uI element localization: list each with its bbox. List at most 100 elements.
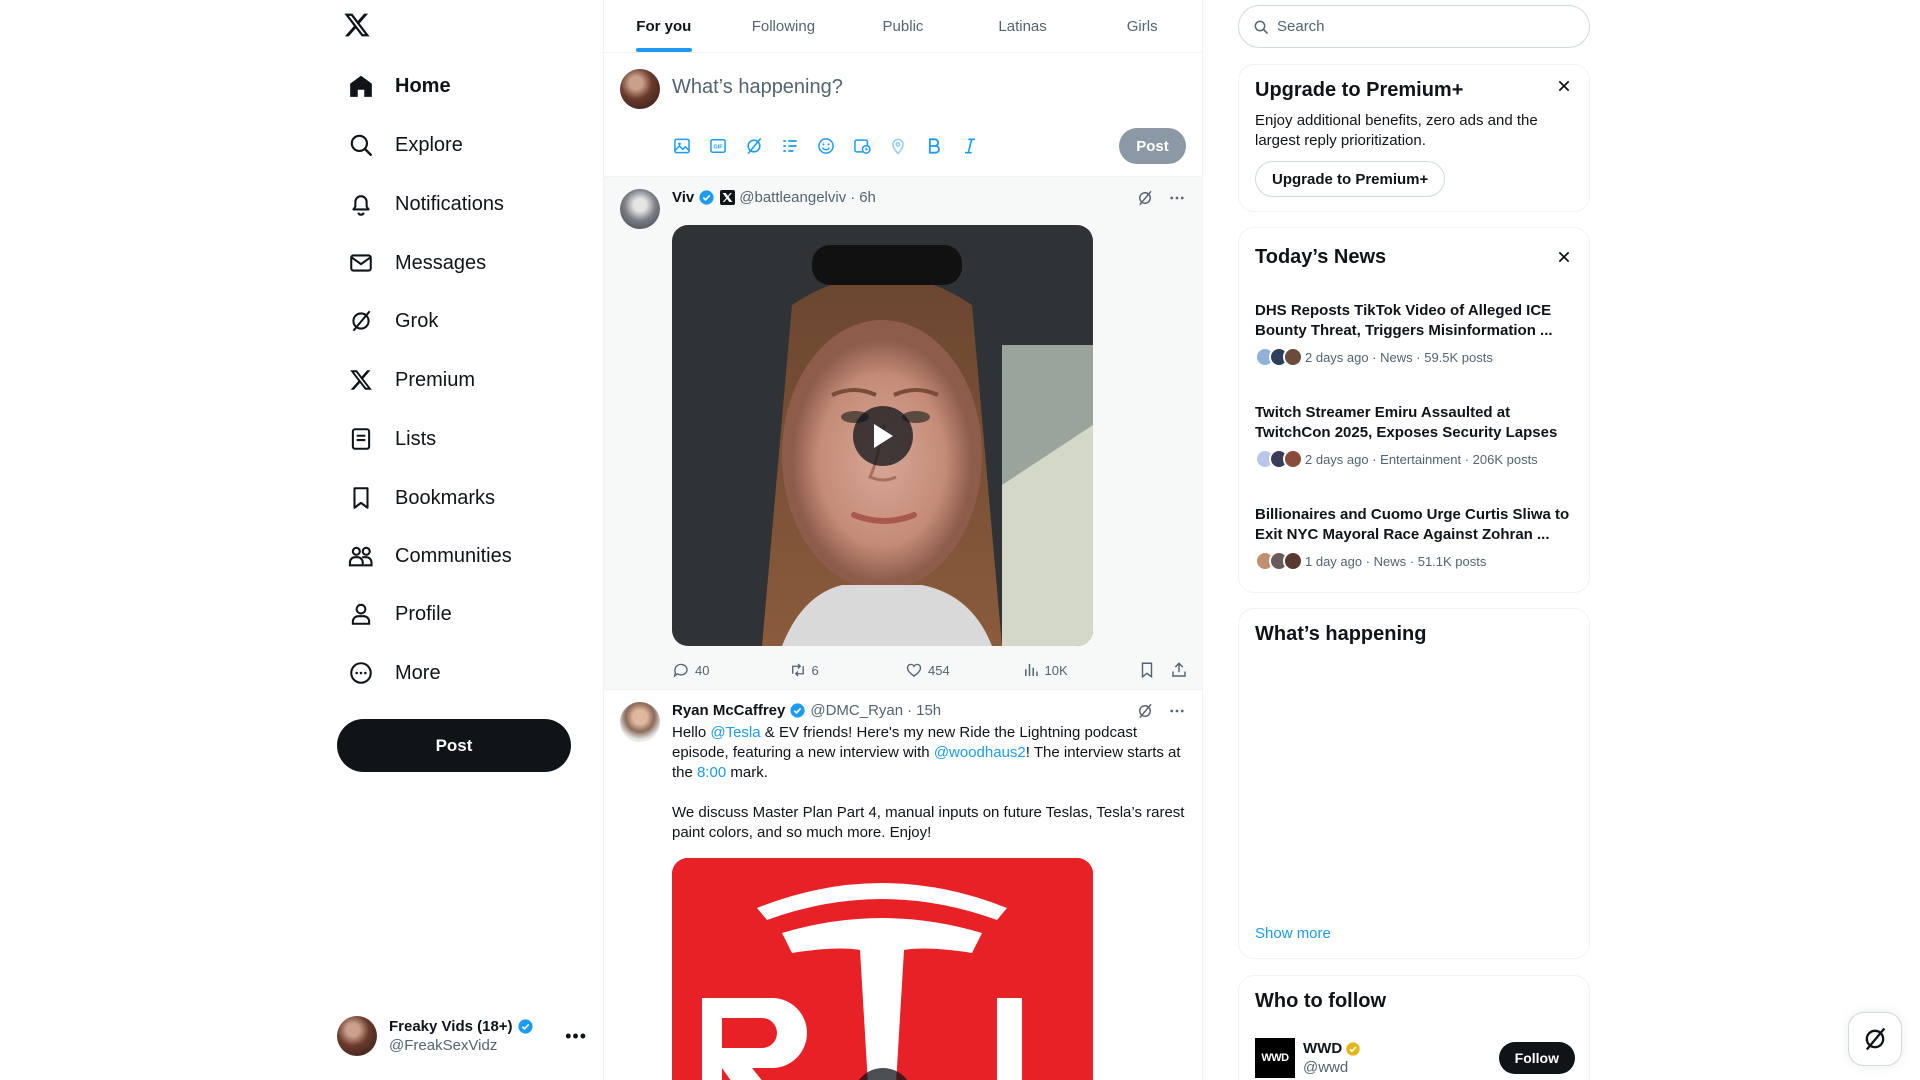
tweet[interactable]: Viv @battleangelviv · 6h 40 6 454 10K — [604, 177, 1202, 690]
tweet-time[interactable]: 15h — [916, 702, 941, 719]
sidebar-item-communities[interactable]: Communities — [335, 530, 524, 582]
tab-latinas[interactable]: Latinas — [963, 0, 1083, 52]
more-dots-icon[interactable] — [1168, 702, 1186, 720]
text-paragraph: We discuss Master Plan Part 4, manual in… — [672, 804, 1185, 841]
tweet-time[interactable]: 6h — [859, 189, 876, 206]
share-icon[interactable] — [1170, 661, 1188, 679]
text-segment: Hello — [672, 724, 711, 741]
tab-girls[interactable]: Girls — [1082, 0, 1202, 52]
tab-label: For you — [636, 17, 692, 35]
right-sidebar: Upgrade to Premium+ Enjoy additional ben… — [1238, 0, 1590, 1080]
poll-icon[interactable] — [780, 136, 800, 156]
tweet-actions: 40 6 454 10K — [672, 660, 1188, 680]
sidebar-item-messages[interactable]: Messages — [335, 237, 498, 289]
sidebar-item-home[interactable]: Home — [335, 60, 463, 112]
card-title: What’s happening — [1255, 623, 1427, 645]
tab-public[interactable]: Public — [843, 0, 963, 52]
tweet-header: Ryan McCaffrey @DMC_Ryan · 15h — [672, 702, 941, 719]
video-thumbnail[interactable] — [672, 225, 1093, 646]
avatar[interactable] — [620, 702, 660, 742]
verified-badge-icon — [698, 189, 715, 206]
compose-input[interactable]: What’s happening? — [672, 76, 843, 99]
sidebar-item-label: More — [395, 661, 441, 684]
mention-link[interactable]: @woodhaus2 — [934, 744, 1026, 761]
news-meta: 2 days ago · News · 59.5K posts — [1305, 349, 1493, 365]
emoji-icon[interactable] — [816, 136, 836, 156]
tab-following[interactable]: Following — [724, 0, 844, 52]
video-thumbnail[interactable] — [672, 858, 1093, 1080]
views-button[interactable]: 10K — [1022, 661, 1139, 679]
gif-icon[interactable]: GIF — [708, 136, 728, 156]
tweet[interactable]: Ryan McCaffrey @DMC_Ryan · 15h Hello @Te… — [604, 690, 1202, 1080]
schedule-icon[interactable] — [852, 136, 872, 156]
x-logo-icon — [347, 366, 375, 394]
verified-gold-badge-icon — [1345, 1041, 1361, 1057]
close-icon[interactable] — [1557, 79, 1571, 93]
mention-link[interactable]: @Tesla — [710, 724, 760, 741]
svg-text:GIF: GIF — [713, 145, 723, 151]
location-icon[interactable] — [888, 136, 908, 156]
card-title: Who to follow — [1255, 990, 1387, 1012]
upgrade-premium-button[interactable]: Upgrade to Premium+ — [1255, 161, 1446, 197]
author-handle[interactable]: @battleangelviv — [739, 189, 846, 206]
repost-button[interactable]: 6 — [789, 661, 906, 679]
sidebar-item-more[interactable]: More — [335, 647, 453, 699]
grok-icon[interactable] — [1136, 189, 1154, 207]
sidebar-item-label: Bookmarks — [395, 486, 496, 509]
more-dots-icon[interactable] — [1168, 189, 1186, 207]
bold-icon[interactable] — [924, 136, 944, 156]
search-input[interactable] — [1277, 18, 1557, 35]
follow-suggestion[interactable]: WWD WWD @wwd Follow — [1255, 1036, 1575, 1080]
wwd-logo: WWD — [1255, 1038, 1295, 1078]
follow-button[interactable]: Follow — [1498, 1042, 1575, 1074]
author-name[interactable]: Ryan McCaffrey — [672, 702, 785, 719]
play-button-icon[interactable] — [852, 405, 913, 466]
tab-for-you[interactable]: For you — [604, 0, 724, 52]
grok-floating-button[interactable] — [1848, 1012, 1902, 1066]
repost-count: 6 — [811, 662, 819, 678]
news-item[interactable]: Billionaires and Cuomo Urge Curtis Sliwa… — [1255, 505, 1575, 571]
author-name[interactable]: Viv — [672, 189, 694, 206]
sidebar-item-label: Grok — [395, 309, 439, 332]
news-title: Twitch Streamer Emiru Assaulted at Twitc… — [1255, 404, 1558, 441]
card-title: Upgrade to Premium+ — [1255, 79, 1464, 101]
sidebar-item-lists[interactable]: Lists — [335, 413, 448, 465]
image-icon[interactable] — [672, 136, 692, 156]
suggestion-name: WWD — [1303, 1040, 1343, 1057]
sidebar-item-explore[interactable]: Explore — [335, 119, 475, 171]
news-item[interactable]: Twitch Streamer Emiru Assaulted at Twitc… — [1255, 403, 1575, 469]
reply-button[interactable]: 40 — [672, 661, 789, 679]
sidebar-item-label: Profile — [395, 602, 452, 625]
search-box[interactable] — [1238, 5, 1590, 48]
news-item[interactable]: DHS Reposts TikTok Video of Alleged ICE … — [1255, 301, 1575, 367]
close-icon[interactable] — [1557, 250, 1571, 264]
text-segment: mark. — [726, 764, 768, 781]
separator-dot: · — [850, 189, 856, 206]
post-button[interactable]: Post — [337, 719, 571, 772]
account-switcher[interactable]: Freaky Vids (18+) @FreakSexVidz ••• — [337, 1010, 587, 1062]
timestamp-link[interactable]: 8:00 — [697, 764, 726, 781]
verified-badge-icon — [789, 702, 806, 719]
grok-icon[interactable] — [744, 136, 764, 156]
sidebar-item-grok[interactable]: Grok — [335, 295, 450, 347]
news-title: Billionaires and Cuomo Urge Curtis Sliwa… — [1255, 506, 1570, 543]
grok-icon[interactable] — [1136, 702, 1154, 720]
more-dots-icon[interactable]: ••• — [565, 1026, 587, 1047]
tweet-text: Hello @Tesla & EV friends! Here's my new… — [672, 723, 1188, 843]
italic-icon[interactable] — [960, 136, 980, 156]
communities-icon — [347, 542, 375, 570]
like-button[interactable]: 454 — [905, 661, 1022, 679]
sidebar-item-premium[interactable]: Premium — [335, 354, 487, 406]
show-more-link[interactable]: Show more — [1255, 925, 1331, 942]
account-handle: @FreakSexVidz — [389, 1037, 498, 1054]
x-logo-icon[interactable] — [343, 11, 373, 41]
bookmark-icon[interactable] — [1138, 661, 1156, 679]
sidebar-item-profile[interactable]: Profile — [335, 588, 464, 640]
avatar[interactable] — [620, 189, 660, 229]
author-handle[interactable]: @DMC_Ryan — [810, 702, 903, 719]
compose-post-button[interactable]: Post — [1119, 128, 1186, 164]
sidebar-item-notifications[interactable]: Notifications — [335, 178, 516, 230]
sidebar-item-bookmarks[interactable]: Bookmarks — [335, 472, 507, 524]
news-meta: 2 days ago · Entertainment · 206K posts — [1305, 451, 1538, 467]
news-meta: 1 day ago · News · 51.1K posts — [1305, 553, 1487, 569]
